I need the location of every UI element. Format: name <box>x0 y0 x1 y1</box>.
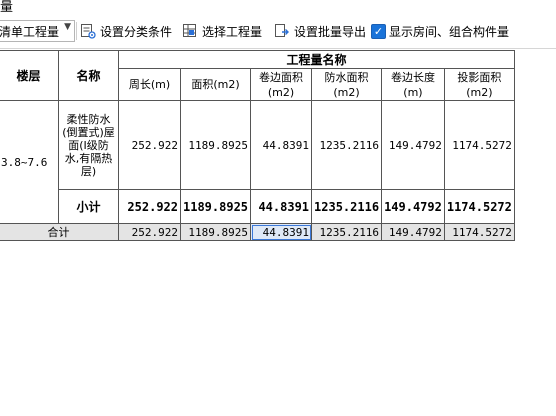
chevron-down-icon: ▼ <box>64 22 71 32</box>
value-cell[interactable]: 1189.8925 <box>179 100 252 190</box>
header-waterproof-area[interactable]: 防水面积(m2) <box>311 68 383 101</box>
total-cell[interactable]: 1235.2116 <box>311 223 383 241</box>
header-rollup-length[interactable]: 卷边长度(m) <box>381 68 445 101</box>
header-rollup-area[interactable]: 卷边面积(m2) <box>250 68 313 101</box>
total-label[interactable]: 合计 <box>0 223 119 241</box>
total-cell-selected[interactable]: 44.8391 <box>250 223 313 241</box>
set-batch-export-button[interactable]: 设置批量导出 <box>274 14 366 48</box>
header-floor[interactable]: 楼层 <box>0 50 59 101</box>
set-classify-conditions-label: 设置分类条件 <box>100 24 173 39</box>
total-row: 合计 252.922 1189.8925 44.8391 1235.2116 1… <box>0 223 515 241</box>
set-batch-export-label: 设置批量导出 <box>294 24 367 39</box>
subtotal-cell[interactable]: 1189.8925 <box>179 189 252 224</box>
quantity-type-value: 清单工程量 <box>0 25 60 39</box>
subtotal-cell[interactable]: 252.922 <box>118 189 181 224</box>
value-cell[interactable]: 252.922 <box>118 100 181 190</box>
quantity-type-dropdown[interactable]: 清单工程量 ▼ <box>0 20 75 42</box>
subtotal-label[interactable]: 小计 <box>58 189 119 224</box>
value-cell[interactable]: 44.8391 <box>250 100 313 190</box>
value-cell[interactable]: 1174.5272 <box>443 100 515 190</box>
subtotal-cell[interactable]: 1174.5272 <box>443 189 515 224</box>
show-room-components-label: 显示房间、组合构件量 <box>389 24 510 39</box>
quantity-table: 楼层 名称 工程量名称 周长(m) 面积(m2) 卷边面积(m2) 防水面积(m… <box>0 50 515 241</box>
set-classify-conditions-button[interactable]: 设置分类条件 <box>80 14 172 48</box>
header-quantity-name: 工程量名称 <box>118 50 515 69</box>
window-title: 量 <box>0 0 556 14</box>
header-perimeter[interactable]: 周长(m) <box>118 68 181 101</box>
table-header-row: 楼层 名称 工程量名称 <box>0 50 515 101</box>
floor-cell[interactable]: 3.8~7.6 <box>0 100 59 224</box>
subtotal-row: 小计 252.922 1189.8925 44.8391 1235.2116 1… <box>0 189 515 224</box>
select-quantity-button[interactable]: 选择工程量 <box>182 14 262 48</box>
export-icon <box>274 23 290 39</box>
header-name[interactable]: 名称 <box>58 50 119 101</box>
value-cell[interactable]: 1235.2116 <box>311 100 383 190</box>
show-room-components-toggle[interactable]: ✓ 显示房间、组合构件量 <box>371 14 509 48</box>
header-area[interactable]: 面积(m2) <box>179 68 252 101</box>
grid-select-icon <box>182 23 198 39</box>
header-projected-area[interactable]: 投影面积(m2) <box>443 68 515 101</box>
window-title-text: 量 <box>0 0 14 14</box>
total-cell[interactable]: 149.4792 <box>381 223 445 241</box>
checkbox-checked-icon[interactable]: ✓ <box>371 23 386 39</box>
classify-icon <box>80 23 96 39</box>
total-cell[interactable]: 252.922 <box>118 223 181 241</box>
subtotal-cell[interactable]: 1235.2116 <box>311 189 383 224</box>
total-cell[interactable]: 1174.5272 <box>443 223 515 241</box>
toolbar: 清单工程量 ▼ 设置分类条件 选择工程量 设置批量导出 ✓ 显示房间、组合构件量 <box>0 14 556 49</box>
subtotal-cell[interactable]: 44.8391 <box>250 189 313 224</box>
subtotal-cell[interactable]: 149.4792 <box>381 189 445 224</box>
total-cell[interactable]: 1189.8925 <box>179 223 252 241</box>
table-row: 3.8~7.6 柔性防水(倒置式)屋面(I级防水,有隔热层) 252.922 1… <box>0 100 515 224</box>
value-cell[interactable]: 149.4792 <box>381 100 445 190</box>
toolbar-separator <box>76 22 77 40</box>
select-quantity-label: 选择工程量 <box>202 24 263 39</box>
item-name-cell[interactable]: 柔性防水(倒置式)屋面(I级防水,有隔热层) <box>58 100 119 190</box>
